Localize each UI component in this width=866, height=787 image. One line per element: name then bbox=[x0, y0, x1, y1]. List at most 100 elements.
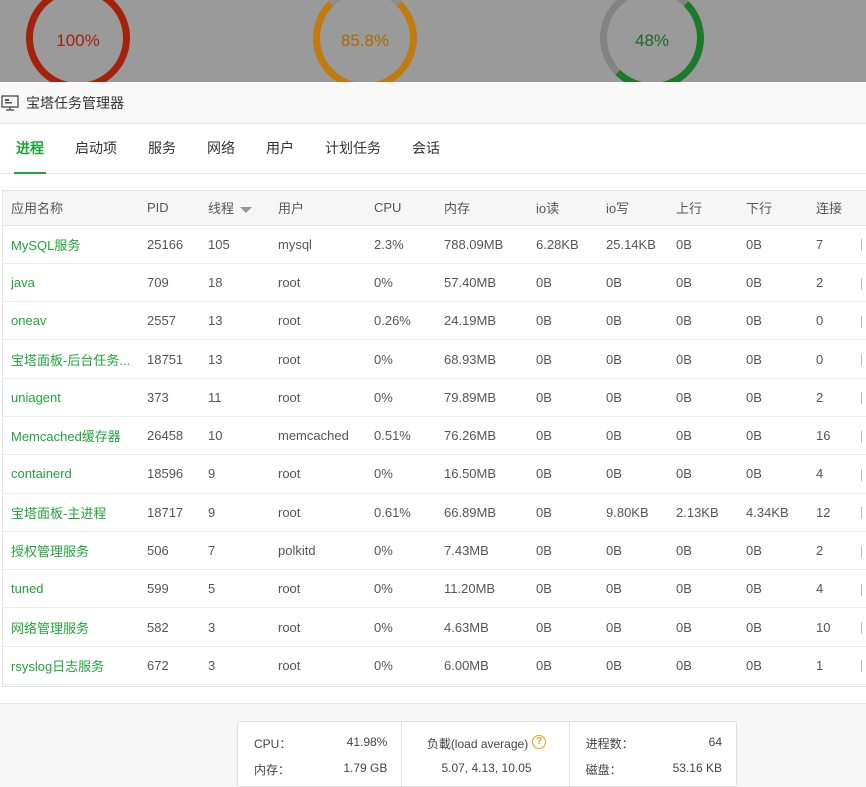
table-cell: 709 bbox=[139, 263, 200, 303]
process-name-link[interactable]: oneav bbox=[3, 301, 139, 341]
table-cell: 0B bbox=[668, 531, 738, 571]
column-header-label: 用户 bbox=[278, 201, 305, 217]
table-row[interactable]: java 709 18 root 0% 57.40MB 0B 0B 0B 0B 2 bbox=[3, 263, 866, 303]
table-cell: memcached bbox=[270, 416, 366, 456]
table-cell-overflow bbox=[855, 416, 866, 456]
table-cell: 12 bbox=[808, 493, 855, 532]
table-cell: 9 bbox=[200, 454, 270, 494]
tab-1[interactable]: 启动项 bbox=[61, 123, 131, 173]
table-cell: root bbox=[270, 301, 366, 341]
memory-gauge: 85.8% bbox=[313, 0, 417, 82]
tab-6[interactable]: 会话 bbox=[398, 123, 454, 173]
table-cell: 76.26MB bbox=[436, 416, 528, 456]
table-cell: 0% bbox=[366, 607, 436, 647]
table-cell: 0B bbox=[668, 301, 738, 341]
process-name-link[interactable]: 宝塔面板-后台任务... bbox=[3, 339, 139, 379]
tab-5[interactable]: 计划任务 bbox=[311, 123, 395, 173]
table-cell-overflow bbox=[855, 339, 866, 379]
tab-2[interactable]: 服务 bbox=[134, 123, 190, 173]
column-header[interactable]: io读 bbox=[528, 191, 598, 226]
process-name-link[interactable]: 网络管理服务 bbox=[3, 607, 139, 647]
process-name-link[interactable]: containerd bbox=[3, 454, 139, 494]
cpu-value: 41.98% bbox=[346, 735, 388, 749]
stats-panel: CPU： 41.98% 内存： 1.79 GB 负載(load average)? … bbox=[237, 721, 737, 787]
tab-bar: 进程 启动项 服务 网络 用户 计划任务 会话 bbox=[0, 124, 866, 174]
column-header[interactable]: 内存 bbox=[436, 191, 528, 226]
process-name-link[interactable]: 宝塔面板-主进程 bbox=[3, 493, 139, 532]
table-cell: 2.13KB bbox=[668, 493, 738, 532]
column-header[interactable]: 线程 bbox=[200, 191, 270, 226]
table-cell: 0% bbox=[366, 378, 436, 417]
process-name-link[interactable]: rsyslog日志服务 bbox=[3, 646, 139, 686]
table-cell: 0B bbox=[598, 531, 668, 571]
table-row[interactable]: rsyslog日志服务 672 3 root 0% 6.00MB 0B 0B 0B 0B 1 bbox=[3, 646, 866, 686]
column-header[interactable]: 下行 bbox=[738, 191, 808, 226]
table-row[interactable]: tuned 599 5 root 0% 11.20MB 0B 0B 0B 0B 4 bbox=[3, 569, 866, 609]
column-header[interactable]: 上行 bbox=[668, 191, 738, 226]
process-name-link[interactable]: MySQL服务 bbox=[3, 225, 139, 264]
table-cell: 2 bbox=[808, 531, 855, 571]
table-cell: 10 bbox=[808, 607, 855, 647]
table-cell: 0B bbox=[528, 378, 598, 417]
table-row[interactable]: Memcached缓存器 26458 10 memcached 0.51% 76.26MB… bbox=[3, 416, 866, 456]
table-cell: root bbox=[270, 493, 366, 532]
process-name-link[interactable]: uniagent bbox=[3, 378, 139, 417]
tab-4[interactable]: 用户 bbox=[252, 123, 308, 173]
table-row[interactable]: uniagent 373 11 root 0% 79.89MB 0B 0B 0B 0B 2 bbox=[3, 378, 866, 417]
process-name-link[interactable]: 授权管理服务 bbox=[3, 531, 139, 571]
dialog-title: 宝塔任务管理器 bbox=[26, 94, 124, 111]
process-table-container[interactable]: 应用名称 PID 线程 用户 CPU 内存 io读 io写 上行 下行 连接 MySQL服务 2516… bbox=[2, 190, 866, 687]
table-cell: 0B bbox=[668, 454, 738, 494]
column-header[interactable]: PID bbox=[139, 191, 200, 226]
column-header[interactable]: 连接 bbox=[808, 191, 855, 226]
table-cell: 0B bbox=[668, 225, 738, 264]
table-cell: 0B bbox=[528, 531, 598, 571]
table-cell-overflow bbox=[855, 607, 866, 647]
column-header[interactable]: 应用名称 bbox=[3, 191, 139, 226]
table-cell: 26458 bbox=[139, 416, 200, 456]
column-header[interactable]: CPU bbox=[366, 191, 436, 226]
table-cell: 68.93MB bbox=[436, 339, 528, 379]
process-name-link[interactable]: java bbox=[3, 263, 139, 303]
table-row[interactable]: 网络管理服务 582 3 root 0% 4.63MB 0B 0B 0B 0B 10 bbox=[3, 607, 866, 647]
table-cell: 0B bbox=[738, 454, 808, 494]
table-row[interactable]: 宝塔面板-后台任务... 18751 13 root 0% 68.93MB 0B 0B 0B 0B… bbox=[3, 339, 866, 379]
disk-gauge: 48% bbox=[600, 0, 704, 82]
column-header-label: 连接 bbox=[816, 201, 843, 217]
table-cell: 672 bbox=[139, 646, 200, 686]
table-cell: 0% bbox=[366, 569, 436, 609]
table-cell: 18751 bbox=[139, 339, 200, 379]
task-manager-dialog: 宝塔任务管理器 进程 启动项 服务 网络 用户 计划任务 会话 应用名称 PID 线程 用户 CPU… bbox=[0, 82, 866, 787]
sort-desc-icon[interactable] bbox=[240, 206, 253, 213]
table-row[interactable]: 授权管理服务 506 7 polkitd 0% 7.43MB 0B 0B 0B 0B 2 bbox=[3, 531, 866, 571]
column-header[interactable]: io写 bbox=[598, 191, 668, 226]
table-cell-overflow bbox=[855, 569, 866, 609]
table-cell: 13 bbox=[200, 339, 270, 379]
table-row[interactable]: oneav 2557 13 root 0.26% 24.19MB 0B 0B 0B 0B 0 bbox=[3, 301, 866, 341]
table-cell: root bbox=[270, 646, 366, 686]
process-name-link[interactable]: Memcached缓存器 bbox=[3, 416, 139, 456]
process-name-link[interactable]: tuned bbox=[3, 569, 139, 609]
column-header-label: PID bbox=[147, 200, 169, 216]
table-cell: 0% bbox=[366, 339, 436, 379]
tab-3[interactable]: 网络 bbox=[193, 123, 249, 173]
table-cell: 0B bbox=[668, 416, 738, 456]
stats-col-load: 负載(load average)? 5.07, 4.13, 10.05 bbox=[402, 722, 570, 786]
table-cell-overflow bbox=[855, 646, 866, 686]
table-cell: root bbox=[270, 607, 366, 647]
table-row[interactable]: 宝塔面板-主进程 18717 9 root 0.61% 66.89MB 0B 9.80KB 2.… bbox=[3, 493, 866, 532]
table-row[interactable]: MySQL服务 25166 105 mysql 2.3% 788.09MB 6.28KB 25… bbox=[3, 225, 866, 264]
table-cell-overflow bbox=[855, 301, 866, 341]
table-cell: 7 bbox=[808, 225, 855, 264]
table-cell: 9 bbox=[200, 493, 270, 532]
tab-0[interactable]: 进程 bbox=[2, 123, 58, 174]
stats-col-cpu-mem: CPU： 41.98% 内存： 1.79 GB bbox=[238, 722, 403, 786]
help-icon[interactable]: ? bbox=[532, 735, 547, 749]
column-header[interactable]: 用户 bbox=[270, 191, 366, 226]
table-cell: 2 bbox=[808, 378, 855, 417]
table-cell: 0% bbox=[366, 454, 436, 494]
table-row[interactable]: containerd 18596 9 root 0% 16.50MB 0B 0B 0B 0B 4 bbox=[3, 454, 866, 494]
table-cell: 0B bbox=[598, 454, 668, 494]
cpu-label: CPU： bbox=[254, 737, 292, 751]
table-cell: 9.80KB bbox=[598, 493, 668, 532]
